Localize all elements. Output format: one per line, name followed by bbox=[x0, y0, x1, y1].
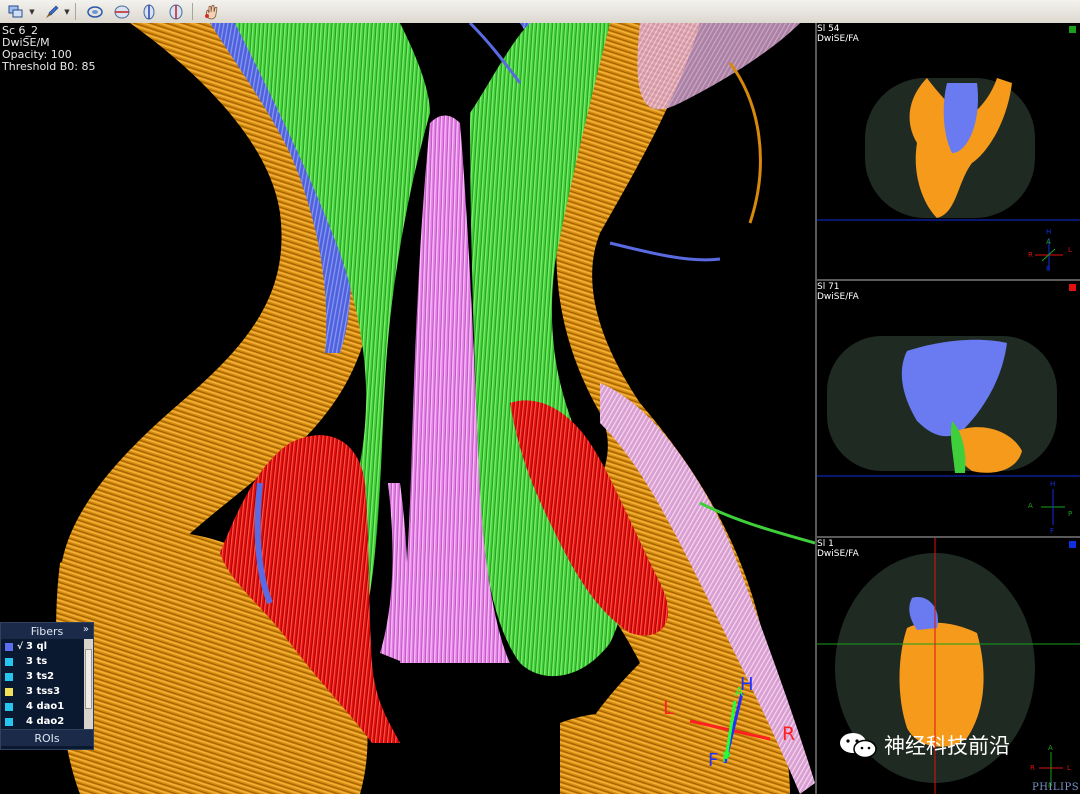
orientation-anterior-label: A bbox=[735, 685, 744, 699]
slice-info: Sl 54 DwiSE/FA bbox=[817, 24, 859, 44]
fiber-label: 3 ql bbox=[26, 641, 48, 652]
threshold-label: Threshold B0: 85 bbox=[2, 60, 96, 73]
slice-number-label: Sl 71 bbox=[817, 282, 840, 292]
slice-info: Sl 1 DwiSE/FA bbox=[817, 539, 859, 559]
slice-info: Sl 71 DwiSE/FA bbox=[817, 282, 859, 302]
slice-sequence-label: DwiSE/FA bbox=[817, 549, 859, 559]
fiber-item[interactable]: √ 3 ql bbox=[1, 639, 93, 654]
fiber-item[interactable]: 3 tss3 bbox=[1, 684, 93, 699]
watermark-text: 神经科技前沿 bbox=[884, 734, 1010, 758]
fiber-color-swatch bbox=[5, 717, 13, 726]
slice-sequence-label: DwiSE/FA bbox=[817, 292, 859, 302]
toolbar: ▼ ▼ bbox=[0, 0, 1080, 24]
fiber-color-swatch bbox=[5, 657, 13, 666]
wechat-icon bbox=[840, 733, 877, 759]
view-marker bbox=[1069, 541, 1076, 548]
pan-hand-icon[interactable] bbox=[200, 1, 224, 22]
slice-axes-icon bbox=[1039, 752, 1063, 782]
fiber-tract-3d-view[interactable]: Sc 6_2 DwiSE/M Opacity: 100 Threshold B0… bbox=[0, 23, 815, 794]
axis-a-label: A bbox=[1028, 502, 1033, 510]
expand-icon[interactable]: » bbox=[83, 624, 89, 635]
sagittal-view-icon[interactable] bbox=[137, 1, 161, 22]
slice-axes-icon bbox=[1041, 489, 1065, 525]
fiber-item[interactable]: 3 ts2 bbox=[1, 669, 93, 684]
axis-f-label: F bbox=[1050, 527, 1055, 535]
fiber-color-swatch bbox=[5, 672, 13, 681]
fiber-list[interactable]: √ 3 ql 3 ts 3 ts2 3 tss3 4 dao1 4 dao2 bbox=[1, 639, 93, 729]
fibers-header[interactable]: Fibers » bbox=[1, 623, 93, 639]
side-view-middle[interactable]: Sl 71 DwiSE/FA H A P F bbox=[817, 281, 1080, 536]
fiber-list-scrollbar[interactable] bbox=[84, 639, 93, 729]
axis-h-label: H bbox=[1050, 480, 1056, 488]
fiber-item[interactable]: 4 dao2 bbox=[1, 714, 93, 729]
rotate-view-icon[interactable] bbox=[83, 1, 107, 22]
fiber-tract-rendering bbox=[56, 23, 815, 794]
fiber-color-swatch bbox=[5, 687, 13, 696]
axial-view-icon[interactable] bbox=[110, 1, 134, 22]
toolbar-divider bbox=[75, 3, 76, 20]
watermark: 神经科技前沿 bbox=[838, 730, 1010, 760]
orientation-left-label: L bbox=[663, 697, 674, 719]
scrollbar-thumb[interactable] bbox=[85, 649, 92, 709]
brand-logo: PHILIPS bbox=[1032, 782, 1080, 793]
coronal-view-icon[interactable] bbox=[164, 1, 188, 22]
fiber-label: 4 dao1 bbox=[26, 701, 65, 712]
slice-sequence-label: DwiSE/FA bbox=[817, 34, 859, 44]
view-marker bbox=[1069, 26, 1076, 33]
fiber-color-swatch bbox=[5, 642, 13, 651]
paint-brush-icon[interactable] bbox=[39, 1, 63, 22]
side-view-top[interactable]: Sl 54 DwiSE/FA H A R L F bbox=[817, 23, 1080, 279]
dropdown-icon[interactable]: ▼ bbox=[28, 2, 36, 21]
axis-l-label: L bbox=[1068, 246, 1072, 254]
fiber-label: 3 ts bbox=[26, 656, 48, 667]
view-marker bbox=[1069, 284, 1076, 291]
slice-image bbox=[817, 78, 1080, 271]
orientation-right-label: R bbox=[782, 723, 796, 745]
axis-l-label: L bbox=[1067, 764, 1071, 772]
orientation-posterior-label: P bbox=[722, 750, 731, 766]
axis-r-label: R bbox=[1028, 251, 1033, 259]
axis-f-label: F bbox=[1046, 265, 1051, 273]
slice-number-label: Sl 1 bbox=[817, 539, 834, 549]
fiber-label: 3 tss3 bbox=[26, 686, 61, 697]
slice-image bbox=[817, 336, 1080, 525]
orientation-foot-label: F bbox=[708, 750, 719, 771]
checkmark-icon: √ bbox=[17, 641, 24, 652]
fiber-label: 3 ts2 bbox=[26, 671, 55, 682]
rois-header[interactable]: ROIs bbox=[1, 729, 93, 746]
axis-a-label: A bbox=[1046, 238, 1051, 246]
dropdown-icon[interactable]: ▼ bbox=[63, 2, 71, 21]
layers-icon[interactable] bbox=[4, 1, 28, 22]
scan-info-overlay: Sc 6_2 DwiSE/M Opacity: 100 Threshold B0… bbox=[2, 25, 95, 73]
fiber-item[interactable]: 3 ts bbox=[1, 654, 93, 669]
fiber-item[interactable]: 4 dao1 bbox=[1, 699, 93, 714]
slice-number-label: Sl 54 bbox=[817, 24, 840, 34]
axis-r-label: R bbox=[1030, 764, 1035, 772]
axis-p-label: P bbox=[1068, 510, 1073, 518]
toolbar-divider bbox=[192, 3, 193, 20]
fiber-label: 4 dao2 bbox=[26, 716, 65, 727]
fiber-color-swatch bbox=[5, 702, 13, 711]
fibers-title: Fibers bbox=[30, 624, 64, 638]
fibers-panel: Fibers » √ 3 ql 3 ts 3 ts2 3 tss3 4 dao1 bbox=[0, 622, 94, 750]
axis-a-label: A bbox=[1048, 744, 1053, 752]
